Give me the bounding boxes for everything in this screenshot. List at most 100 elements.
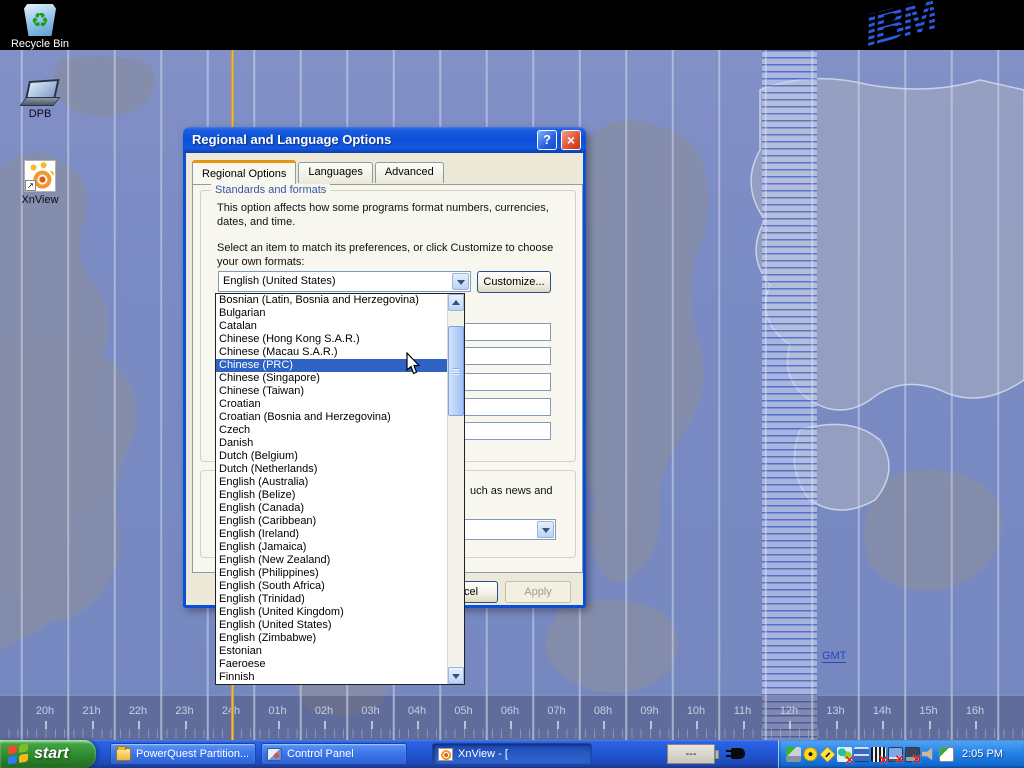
windows-logo-icon xyxy=(8,744,28,765)
timezone-label: 05h xyxy=(443,705,485,717)
display-error-icon[interactable] xyxy=(888,747,903,762)
battery-nub xyxy=(715,750,719,759)
language-option[interactable]: English (Belize) xyxy=(216,489,447,502)
scroll-up-button[interactable] xyxy=(448,294,464,311)
security-alert-icon[interactable] xyxy=(819,746,836,763)
scroll-down-button[interactable] xyxy=(448,667,464,684)
clock[interactable]: 2:05 PM xyxy=(962,748,1003,760)
language-option[interactable]: English (Jamaica) xyxy=(216,541,447,554)
dialog-titlebar[interactable]: Regional and Language Options ? × xyxy=(183,127,586,153)
location-text-fragment: uch as news and xyxy=(470,484,570,498)
timezone-label: 14h xyxy=(861,705,903,717)
language-option[interactable]: English (United States) xyxy=(216,619,447,632)
taskbar-button[interactable]: PowerQuest Partition... xyxy=(110,743,256,765)
power-plug-icon xyxy=(731,748,745,759)
language-option[interactable]: English (Canada) xyxy=(216,502,447,515)
language-option[interactable]: Finnish xyxy=(216,671,447,684)
chevron-down-icon xyxy=(542,528,550,533)
battery-indicator: --- xyxy=(667,744,715,764)
system-tray: 2:05 PM xyxy=(778,740,1024,768)
desktop-icon-xnview[interactable]: ↗ XnView xyxy=(8,160,72,206)
help-button[interactable]: ? xyxy=(537,130,557,150)
xnview-icon: ↗ xyxy=(24,160,56,192)
language-option[interactable]: Bosnian (Latin, Bosnia and Herzegovina) xyxy=(216,294,447,307)
dialog-tab[interactable]: Languages xyxy=(298,162,372,183)
desktop: GMT 20h21h22h23h24h01h02h03h04h05h06h07h… xyxy=(0,0,1024,768)
apply-button: Apply xyxy=(505,581,571,603)
timezone-label: 11h xyxy=(722,705,764,717)
language-option[interactable]: Danish xyxy=(216,437,447,450)
icon-label: DPB xyxy=(8,108,72,120)
standards-instruction: Select an item to match its preferences,… xyxy=(217,241,569,269)
scrollbar[interactable] xyxy=(447,294,464,684)
format-combobox[interactable]: English (United States) xyxy=(218,271,471,292)
language-option[interactable]: English (Philippines) xyxy=(216,567,447,580)
gmt-label: GMT xyxy=(822,650,846,663)
timezone-label: 12h xyxy=(768,705,810,717)
dialog-title: Regional and Language Options xyxy=(192,132,391,147)
start-label: start xyxy=(34,745,69,763)
dialog-tab[interactable]: Regional Options xyxy=(192,160,296,184)
timezone-label: 02h xyxy=(303,705,345,717)
language-option[interactable]: Chinese (Taiwan) xyxy=(216,385,447,398)
combobox-dropdown-button[interactable] xyxy=(452,273,469,290)
timezone-label: 13h xyxy=(815,705,857,717)
language-option[interactable]: English (Zimbabwe) xyxy=(216,632,447,645)
timezone-label: 20h xyxy=(24,705,66,717)
tray-icons xyxy=(786,747,954,762)
desktop-icon-recycle-bin[interactable]: ♻ Recycle Bin xyxy=(8,4,72,50)
taskbar-button-label: PowerQuest Partition... xyxy=(136,748,249,760)
language-option[interactable]: English (Australia) xyxy=(216,476,447,489)
language-option[interactable]: Dutch (Belgium) xyxy=(216,450,447,463)
messenger-offline-icon[interactable] xyxy=(837,747,852,762)
language-option[interactable]: Bulgarian xyxy=(216,307,447,320)
language-dropdown-list: Bosnian (Latin, Bosnia and Herzegovina)B… xyxy=(215,293,465,685)
language-option[interactable]: English (South Africa) xyxy=(216,580,447,593)
language-option[interactable]: English (Caribbean) xyxy=(216,515,447,528)
recycle-glyph-icon: ♻ xyxy=(24,4,56,36)
dialog-tab[interactable]: Advanced xyxy=(375,162,444,183)
taskbar-button-label: Control Panel xyxy=(287,748,354,760)
timezone-label: 08h xyxy=(582,705,624,717)
combobox-value: English (United States) xyxy=(223,275,336,287)
language-option[interactable]: Chinese (Hong Kong S.A.R.) xyxy=(216,333,447,346)
arrow-down-icon xyxy=(452,674,460,679)
scrollbar-thumb[interactable] xyxy=(448,326,464,416)
timezone-label: 04h xyxy=(396,705,438,717)
start-button[interactable]: start xyxy=(0,740,96,768)
standards-description: This option affects how some programs fo… xyxy=(217,201,569,229)
language-option[interactable]: English (New Zealand) xyxy=(216,554,447,567)
scheduler-icon[interactable] xyxy=(939,747,954,762)
eject-hardware-icon[interactable] xyxy=(786,747,801,762)
language-option[interactable]: Croatian xyxy=(216,398,447,411)
taskbar-button[interactable]: XnView - [ xyxy=(432,743,592,765)
arrow-up-icon xyxy=(452,300,460,305)
desktop-icon-dpb[interactable]: DPB xyxy=(8,80,72,120)
taskbar-button[interactable]: Control Panel xyxy=(261,743,407,765)
language-option[interactable]: Czech xyxy=(216,424,447,437)
group-legend: Standards and formats xyxy=(211,184,330,196)
language-option[interactable]: Faeroese xyxy=(216,658,447,671)
language-option[interactable]: English (United Kingdom) xyxy=(216,606,447,619)
volume-icon[interactable] xyxy=(922,747,937,762)
signal-disabled-icon[interactable] xyxy=(871,747,886,762)
language-option[interactable]: Catalan xyxy=(216,320,447,333)
language-option[interactable]: English (Trinidad) xyxy=(216,593,447,606)
combobox-dropdown-button[interactable] xyxy=(537,521,554,538)
timezone-label: 10h xyxy=(675,705,717,717)
mouse-cursor xyxy=(406,352,424,378)
close-button[interactable]: × xyxy=(561,130,581,150)
network-icon[interactable] xyxy=(854,747,869,762)
modem-icon[interactable] xyxy=(803,747,818,762)
timezone-label: 16h xyxy=(954,705,996,717)
language-option[interactable]: Croatian (Bosnia and Herzegovina) xyxy=(216,411,447,424)
taskbar-buttons: PowerQuest Partition... Control Panel XnVi… xyxy=(110,743,597,765)
language-option[interactable]: Estonian xyxy=(216,645,447,658)
customize-button[interactable]: Customize... xyxy=(477,271,551,293)
timezone-band: 20h21h22h23h24h01h02h03h04h05h06h07h08h0… xyxy=(0,695,1024,740)
timezone-label: 07h xyxy=(536,705,578,717)
language-option[interactable]: Dutch (Netherlands) xyxy=(216,463,447,476)
timezone-label: 09h xyxy=(629,705,671,717)
remote-muted-icon[interactable] xyxy=(905,747,920,762)
language-option[interactable]: English (Ireland) xyxy=(216,528,447,541)
